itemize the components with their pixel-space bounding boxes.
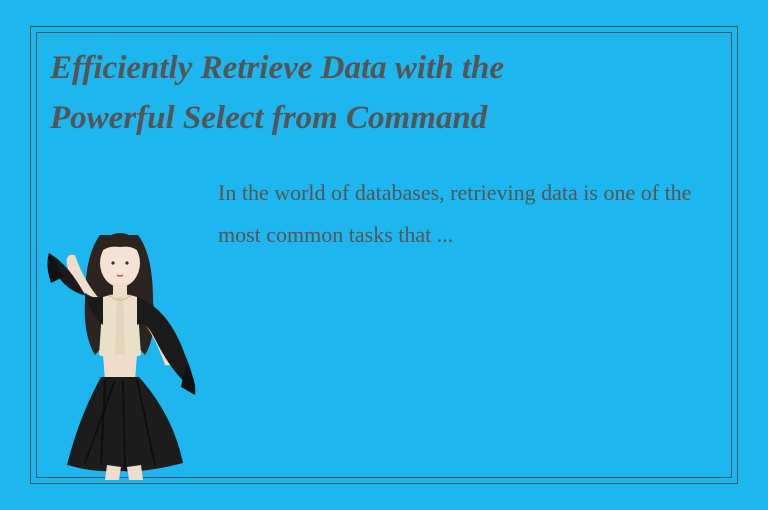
figure-illustration — [45, 205, 215, 480]
title-line-1: Efficiently Retrieve Data with the — [50, 50, 504, 86]
title-line-2: Powerful Select from Command — [50, 100, 487, 136]
page-title: Efficiently Retrieve Data with the Power… — [50, 44, 718, 143]
body-paragraph: In the world of databases, retrieving da… — [218, 172, 718, 256]
